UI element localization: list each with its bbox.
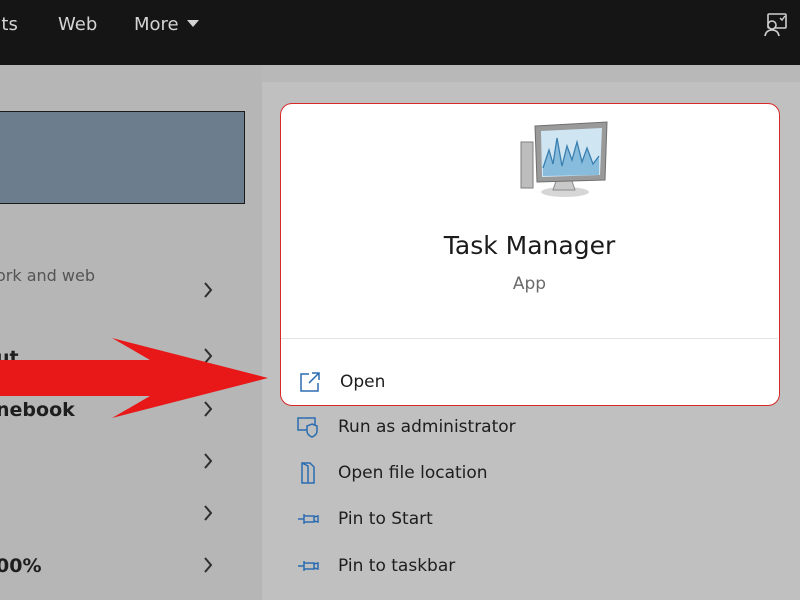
feedback-icon[interactable] (762, 12, 788, 38)
pin-to-start-action[interactable]: Pin to Start (296, 504, 433, 534)
result-item[interactable]: 00% (0, 555, 41, 577)
task-manager-icon (520, 121, 608, 197)
app-name: Task Manager (443, 231, 616, 260)
search-results-pane: ork and web ut nebook 00% (0, 65, 262, 600)
chevron-right-icon[interactable] (200, 502, 216, 524)
pin-to-start-label: Pin to Start (338, 509, 433, 529)
run-as-administrator-label: Run as administrator (338, 417, 516, 437)
best-match-result[interactable] (0, 111, 245, 204)
search-web-hint: ork and web (0, 266, 95, 285)
open-action[interactable]: Open (298, 367, 385, 397)
caret-down-icon (186, 20, 199, 27)
tab-more[interactable]: More (134, 14, 199, 35)
pin-to-taskbar-label: Pin to taskbar (338, 556, 456, 576)
tab-more-label: More (134, 14, 179, 35)
app-type: App (512, 274, 547, 294)
divider (281, 338, 778, 339)
chevron-right-icon[interactable] (200, 554, 216, 576)
open-action-label: Open (340, 372, 386, 392)
search-top-bar: nts Web More (0, 0, 800, 65)
tab-web[interactable]: Web (58, 14, 97, 35)
shield-icon (297, 417, 318, 438)
open-icon (300, 372, 320, 392)
tab-documents[interactable]: nts (0, 14, 18, 35)
open-file-location-label: Open file location (338, 463, 488, 483)
chevron-right-icon[interactable] (200, 279, 216, 301)
open-file-location-action[interactable]: Open file location (296, 458, 488, 488)
red-arrow-icon (0, 338, 268, 418)
chevron-right-icon[interactable] (200, 450, 216, 472)
app-card: Task Manager App Open (280, 103, 780, 406)
pin-to-taskbar-action[interactable]: Pin to taskbar (296, 551, 455, 581)
run-as-administrator-action[interactable]: Run as administrator (296, 412, 516, 442)
pin-icon (298, 514, 319, 524)
pin-icon (298, 561, 319, 571)
folder-icon (301, 462, 315, 484)
